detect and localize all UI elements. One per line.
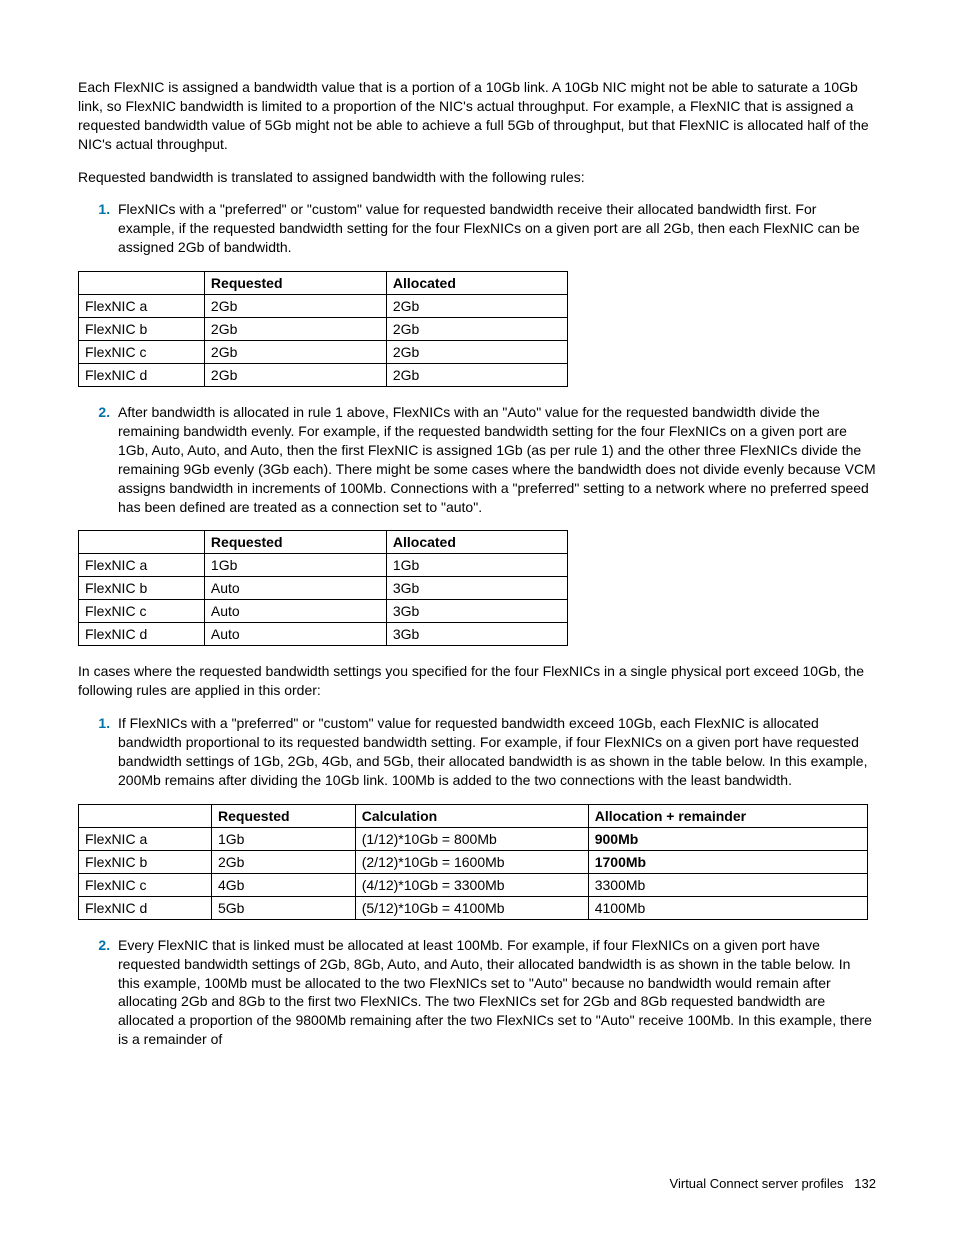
table-cell: FlexNIC c [79, 873, 212, 896]
th-calculation: Calculation [355, 804, 588, 827]
th-blank [79, 804, 212, 827]
th-allocation-remainder: Allocation + remainder [588, 804, 867, 827]
rules-list-2-continued: Every FlexNIC that is linked must be all… [78, 936, 876, 1049]
table-cell: 5Gb [212, 896, 356, 919]
table-cell: 2Gb [204, 318, 386, 341]
table-cell: FlexNIC c [79, 341, 205, 364]
table-cell: Auto [204, 600, 386, 623]
table-row: FlexNIC b2Gb(2/12)*10Gb = 1600Mb1700Mb [79, 850, 868, 873]
page-footer: Virtual Connect server profiles 132 [670, 1176, 876, 1191]
table-cell: 3300Mb [588, 873, 867, 896]
table-cell: 4100Mb [588, 896, 867, 919]
table-cell: 1Gb [212, 827, 356, 850]
table-2: Requested Allocated FlexNIC a1Gb1GbFlexN… [78, 530, 568, 646]
table-cell: 3Gb [386, 600, 567, 623]
table-row: FlexNIC b2Gb2Gb [79, 318, 568, 341]
table-cell: FlexNIC b [79, 577, 205, 600]
table-cell: FlexNIC d [79, 896, 212, 919]
table-row: FlexNIC a1Gb(1/12)*10Gb = 800Mb900Mb [79, 827, 868, 850]
table-cell: 3Gb [386, 577, 567, 600]
table-cell: 900Mb [588, 827, 867, 850]
th-blank [79, 272, 205, 295]
table-header-row: Requested Allocated [79, 531, 568, 554]
table-cell: FlexNIC a [79, 295, 205, 318]
table-cell: FlexNIC b [79, 850, 212, 873]
table-cell: 2Gb [204, 295, 386, 318]
table-row: FlexNIC d5Gb(5/12)*10Gb = 4100Mb4100Mb [79, 896, 868, 919]
table-row: FlexNIC bAuto3Gb [79, 577, 568, 600]
table-cell: (5/12)*10Gb = 4100Mb [355, 896, 588, 919]
table-cell: FlexNIC d [79, 623, 205, 646]
table-cell: 2Gb [386, 364, 567, 387]
table-cell: 4Gb [212, 873, 356, 896]
footer-section: Virtual Connect server profiles [670, 1176, 844, 1191]
table-cell: FlexNIC b [79, 318, 205, 341]
table-cell: 2Gb [386, 318, 567, 341]
table-cell: FlexNIC c [79, 600, 205, 623]
paragraph-exceed-intro: In cases where the requested bandwidth s… [78, 662, 876, 700]
table-row: FlexNIC c4Gb(4/12)*10Gb = 3300Mb3300Mb [79, 873, 868, 896]
table-cell: 2Gb [204, 341, 386, 364]
paragraph-intro: Each FlexNIC is assigned a bandwidth val… [78, 78, 876, 154]
th-allocated: Allocated [386, 272, 567, 295]
th-allocated: Allocated [386, 531, 567, 554]
table-cell: 2Gb [212, 850, 356, 873]
rule-item-2: After bandwidth is allocated in rule 1 a… [114, 403, 876, 516]
rule-item-2-2: Every FlexNIC that is linked must be all… [114, 936, 876, 1049]
table-cell: 1Gb [386, 554, 567, 577]
table-row: FlexNIC a2Gb2Gb [79, 295, 568, 318]
table-cell: 3Gb [386, 623, 567, 646]
table-header-row: Requested Calculation Allocation + remai… [79, 804, 868, 827]
rules-list-1-continued: After bandwidth is allocated in rule 1 a… [78, 403, 876, 516]
table-1: Requested Allocated FlexNIC a2Gb2GbFlexN… [78, 271, 568, 387]
table-cell: Auto [204, 623, 386, 646]
table-cell: 1700Mb [588, 850, 867, 873]
rule-item-2-1: If FlexNICs with a "preferred" or "custo… [114, 714, 876, 790]
table-row: FlexNIC d2Gb2Gb [79, 364, 568, 387]
table-cell: FlexNIC a [79, 827, 212, 850]
rule-item-1: FlexNICs with a "preferred" or "custom" … [114, 200, 876, 257]
table-row: FlexNIC c2Gb2Gb [79, 341, 568, 364]
th-requested: Requested [212, 804, 356, 827]
table-3: Requested Calculation Allocation + remai… [78, 804, 868, 920]
th-requested: Requested [204, 272, 386, 295]
table-cell: FlexNIC d [79, 364, 205, 387]
table-cell: Auto [204, 577, 386, 600]
rules-list-1: FlexNICs with a "preferred" or "custom" … [78, 200, 876, 257]
table-cell: 2Gb [204, 364, 386, 387]
table-cell: (1/12)*10Gb = 800Mb [355, 827, 588, 850]
table-cell: (2/12)*10Gb = 1600Mb [355, 850, 588, 873]
table-cell: FlexNIC a [79, 554, 205, 577]
table-cell: 2Gb [386, 295, 567, 318]
table-cell: (4/12)*10Gb = 3300Mb [355, 873, 588, 896]
footer-page: 132 [854, 1176, 876, 1191]
rules-list-2: If FlexNICs with a "preferred" or "custo… [78, 714, 876, 790]
table-cell: 2Gb [386, 341, 567, 364]
paragraph-rules-intro: Requested bandwidth is translated to ass… [78, 168, 876, 187]
table-row: FlexNIC a1Gb1Gb [79, 554, 568, 577]
table-row: FlexNIC dAuto3Gb [79, 623, 568, 646]
table-row: FlexNIC cAuto3Gb [79, 600, 568, 623]
th-blank [79, 531, 205, 554]
table-header-row: Requested Allocated [79, 272, 568, 295]
th-requested: Requested [204, 531, 386, 554]
table-cell: 1Gb [204, 554, 386, 577]
